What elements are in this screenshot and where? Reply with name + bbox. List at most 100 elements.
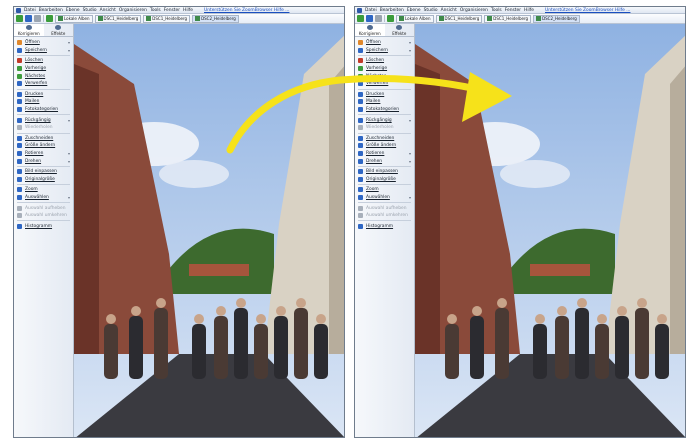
chevron-down-icon[interactable]: ▾ bbox=[68, 159, 70, 164]
sidebar-item-21[interactable]: Histogramm bbox=[14, 222, 73, 230]
back-icon[interactable] bbox=[357, 15, 364, 22]
menu-studio[interactable]: Studio bbox=[424, 8, 438, 13]
sidebar-item-label: Drehen bbox=[366, 158, 383, 164]
sidebar-item-0[interactable]: Öffnen ▾ bbox=[14, 39, 73, 47]
sidebar-item-17[interactable]: Zoom bbox=[355, 186, 414, 194]
sidebar-item-3[interactable]: Vorherige bbox=[14, 65, 73, 73]
chevron-down-icon[interactable]: ▾ bbox=[409, 118, 411, 123]
sidebar-item-17[interactable]: Zoom bbox=[14, 186, 73, 194]
sidebar-item-4[interactable]: Nächstes bbox=[355, 72, 414, 80]
sidebar-item-8[interactable]: Fotokategorien bbox=[14, 106, 73, 114]
sidebar-item-12[interactable]: Größe ändern bbox=[14, 142, 73, 150]
pedestrian bbox=[533, 324, 547, 379]
menu-organisieren[interactable]: Organisieren bbox=[119, 8, 147, 13]
menu-tools[interactable]: Tools bbox=[491, 8, 502, 13]
menu-hilfe[interactable]: Hilfe bbox=[183, 8, 193, 13]
sidebar-item-1[interactable]: Speichern ▾ bbox=[355, 47, 414, 55]
menu-bearbeiten[interactable]: Bearbeiten bbox=[380, 8, 404, 13]
sidebar-item-5[interactable]: Verwerfen bbox=[355, 80, 414, 88]
chevron-down-icon[interactable]: ▾ bbox=[409, 40, 411, 45]
chevron-down-icon[interactable]: ▾ bbox=[68, 118, 70, 123]
sidebar-item-6[interactable]: Drucken bbox=[355, 91, 414, 99]
sidebar-item-6[interactable]: Drucken bbox=[14, 91, 73, 99]
refresh-icon[interactable] bbox=[46, 15, 53, 22]
sidebar-divider bbox=[358, 202, 411, 204]
effects-icon bbox=[55, 24, 62, 30]
tab-image-2[interactable]: DSC1_Heidelberg bbox=[143, 14, 191, 23]
sidebar-item-5[interactable]: Verwerfen bbox=[14, 80, 73, 88]
sidebar-divider bbox=[358, 184, 411, 186]
tab-local-albums[interactable]: Lokale Alben bbox=[396, 14, 434, 23]
chevron-down-icon[interactable]: ▾ bbox=[68, 195, 70, 200]
sidebar-item-7[interactable]: Mailen bbox=[14, 98, 73, 106]
sidebar-item-4[interactable]: Nächstes bbox=[14, 72, 73, 80]
sidebar-item-0[interactable]: Öffnen ▾ bbox=[355, 39, 414, 47]
menu-ebene[interactable]: Ebene bbox=[66, 8, 80, 13]
tab-image-3[interactable]: DSC2_Heidelberg bbox=[533, 14, 580, 23]
tab-korrigieren[interactable]: Korrigieren bbox=[14, 24, 44, 36]
sidebar-item-13[interactable]: Rotieren ▾ bbox=[355, 150, 414, 158]
sidebar-item-10: Wiederholen bbox=[14, 124, 73, 132]
support-link[interactable]: Unterstützen Sie ZoomBrowser Hilfe ... bbox=[545, 8, 630, 13]
menu-fenster[interactable]: Fenster bbox=[505, 8, 521, 13]
sidebar-item-21[interactable]: Histogramm bbox=[355, 222, 414, 230]
forward-icon[interactable] bbox=[366, 15, 373, 22]
sidebar-item-15[interactable]: Bild einpassen bbox=[355, 168, 414, 176]
back-icon[interactable] bbox=[16, 15, 23, 22]
sidebar-item-13[interactable]: Rotieren ▾ bbox=[14, 150, 73, 158]
tab-korrigieren[interactable]: Korrigieren bbox=[355, 24, 385, 36]
sidebar-item-8[interactable]: Fotokategorien bbox=[355, 106, 414, 114]
sidebar-item-16[interactable]: Originalgröße bbox=[14, 176, 73, 184]
menu-hilfe[interactable]: Hilfe bbox=[524, 8, 534, 13]
sidebar-item-18[interactable]: Auswählen ▾ bbox=[14, 194, 73, 202]
sidebar-item-7[interactable]: Mailen bbox=[355, 98, 414, 106]
sidebar-item-11[interactable]: Zuschneiden bbox=[14, 135, 73, 143]
sidebar-item-11[interactable]: Zuschneiden bbox=[355, 135, 414, 143]
dropdown-icon[interactable] bbox=[375, 15, 382, 22]
chevron-down-icon[interactable]: ▾ bbox=[409, 151, 411, 156]
sidebar-item-1[interactable]: Speichern ▾ bbox=[14, 47, 73, 55]
menu-bearbeiten[interactable]: Bearbeiten bbox=[39, 8, 63, 13]
sidebar-item-16[interactable]: Originalgröße bbox=[355, 176, 414, 184]
menu-tools[interactable]: Tools bbox=[150, 8, 161, 13]
chevron-down-icon[interactable]: ▾ bbox=[68, 48, 70, 53]
sidebar-item-15[interactable]: Bild einpassen bbox=[14, 168, 73, 176]
sidebar-item-14[interactable]: Drehen ▾ bbox=[14, 157, 73, 165]
tab-effekte[interactable]: Effekte bbox=[44, 24, 74, 36]
sidebar-item-14[interactable]: Drehen ▾ bbox=[355, 157, 414, 165]
chevron-down-icon[interactable]: ▾ bbox=[68, 151, 70, 156]
sidebar-item-label: Mailen bbox=[25, 99, 40, 105]
tab-image-2[interactable]: DSC1_Heidelberg bbox=[484, 14, 532, 23]
sidebar-item-label: Rückgängig bbox=[25, 117, 51, 123]
chevron-down-icon[interactable]: ▾ bbox=[68, 40, 70, 45]
tab-effekte[interactable]: Effekte bbox=[385, 24, 415, 36]
menu-fenster[interactable]: Fenster bbox=[164, 8, 180, 13]
chevron-down-icon[interactable]: ▾ bbox=[409, 159, 411, 164]
sidebar-item-18[interactable]: Auswählen ▾ bbox=[355, 194, 414, 202]
chevron-down-icon[interactable]: ▾ bbox=[409, 48, 411, 53]
menu-datei[interactable]: Datei bbox=[24, 8, 36, 13]
sidebar-item-9[interactable]: Rückgängig ▾ bbox=[355, 116, 414, 124]
tab-local-albums[interactable]: Lokale Alben bbox=[55, 14, 93, 23]
pedestrian-head bbox=[106, 314, 116, 324]
sidebar-item-2[interactable]: Löschen bbox=[355, 57, 414, 65]
support-link[interactable]: Unterstützen Sie ZoomBrowser Hilfe ... bbox=[204, 8, 289, 13]
tab-image-1[interactable]: DSC1_Heidelberg bbox=[94, 14, 142, 23]
menu-ebene[interactable]: Ebene bbox=[407, 8, 421, 13]
menu-organisieren[interactable]: Organisieren bbox=[460, 8, 488, 13]
previous-icon bbox=[358, 66, 363, 72]
chevron-down-icon[interactable]: ▾ bbox=[409, 195, 411, 200]
menu-ansicht[interactable]: Ansicht bbox=[100, 8, 116, 13]
dropdown-icon[interactable] bbox=[34, 15, 41, 22]
menu-studio[interactable]: Studio bbox=[83, 8, 97, 13]
refresh-icon[interactable] bbox=[387, 15, 394, 22]
sidebar-item-3[interactable]: Vorherige bbox=[355, 65, 414, 73]
tab-image-3[interactable]: DSC2_Heidelberg bbox=[192, 14, 239, 23]
sidebar-item-9[interactable]: Rückgängig ▾ bbox=[14, 116, 73, 124]
menu-datei[interactable]: Datei bbox=[365, 8, 377, 13]
sidebar-item-12[interactable]: Größe ändern bbox=[355, 142, 414, 150]
forward-icon[interactable] bbox=[25, 15, 32, 22]
tab-image-1[interactable]: DSC1_Heidelberg bbox=[435, 14, 483, 23]
menu-ansicht[interactable]: Ansicht bbox=[441, 8, 457, 13]
sidebar-item-2[interactable]: Löschen bbox=[14, 57, 73, 65]
